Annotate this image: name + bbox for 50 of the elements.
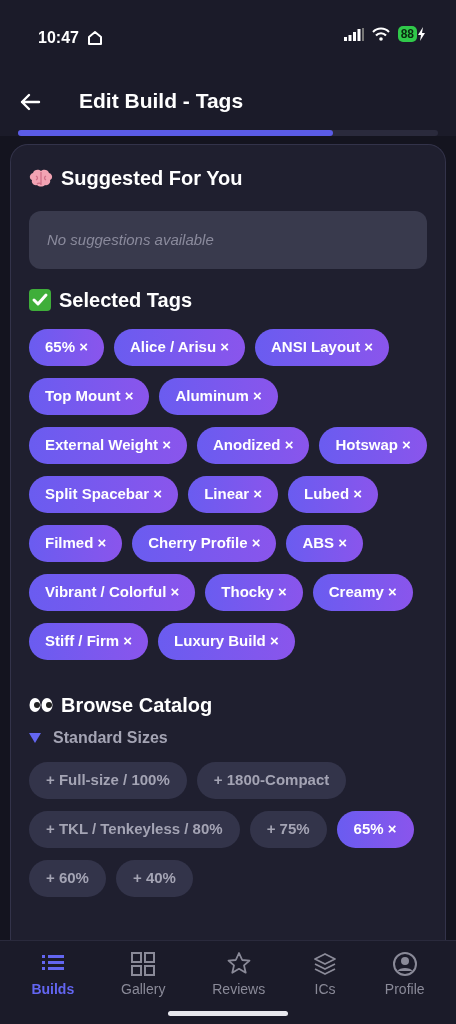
tag-chip[interactable]: + TKL / Tenkeyless / 80% — [29, 811, 240, 848]
category-toggle[interactable]: Standard Sizes — [29, 726, 168, 750]
tab-item[interactable]: Reviews — [202, 947, 276, 1003]
tag-chip[interactable]: 65% × — [29, 329, 104, 366]
tag-chip[interactable]: Alice / Arisu × — [113, 329, 246, 366]
tab-item[interactable]: ICs — [302, 947, 348, 1003]
tag-chip[interactable]: Thocky × — [205, 574, 303, 611]
tag-chip[interactable]: + Full-size / 100% — [29, 762, 187, 799]
status-time: 10:47 — [38, 28, 79, 48]
checkmark-icon — [29, 289, 51, 311]
section-title: Browse Catalog — [61, 693, 213, 718]
battery-level: 88 — [397, 26, 417, 42]
section-title: Selected Tags — [59, 288, 193, 313]
section-title: Suggested For You — [61, 166, 243, 191]
tag-chip[interactable]: Anodized × — [197, 427, 310, 464]
tag-chip[interactable]: + 1800-Compact — [196, 762, 347, 799]
tag-chip[interactable]: Aluminum × — [159, 378, 278, 415]
caret-icon[interactable] — [29, 731, 41, 745]
tag-chip[interactable]: Hotswap × — [319, 427, 427, 464]
brain-icon — [29, 168, 53, 188]
tag-chip[interactable]: Top Mount × — [29, 378, 150, 415]
eyes-icon — [29, 695, 53, 715]
tag-chip[interactable]: Cherry Profile × — [132, 525, 277, 562]
page-title: Edit Build - Tags — [79, 88, 244, 114]
tab-item[interactable]: Builds — [21, 947, 85, 1003]
empty-message: No suggestions available — [47, 229, 214, 250]
tag-chip[interactable]: Filmed × — [29, 525, 123, 562]
tag-chip[interactable]: Stiff / Firm × — [29, 623, 149, 660]
tag-chip[interactable]: Lubed × — [288, 476, 378, 513]
star-icon[interactable] — [225, 951, 252, 977]
tag-chip[interactable]: 65% × — [336, 811, 414, 848]
tag-chip[interactable]: + 60% — [29, 860, 106, 897]
tab-item[interactable]: Gallery — [111, 947, 176, 1003]
tag-chip[interactable]: Linear × — [188, 476, 279, 513]
grid-icon[interactable] — [130, 951, 157, 977]
layers-icon[interactable] — [312, 951, 338, 977]
tag-chip[interactable]: + 40% — [115, 860, 193, 897]
tag-chip[interactable]: Luxury Build × — [158, 623, 295, 660]
tag-chip[interactable]: Creamy × — [312, 574, 413, 611]
tag-chip[interactable]: + 75% — [249, 811, 327, 848]
tag-chip[interactable]: ANSI Layout × — [255, 329, 390, 366]
tag-chip[interactable]: ABS × — [286, 525, 364, 562]
tag-chip[interactable]: Vibrant / Colorful × — [29, 574, 196, 611]
signal-icon — [343, 27, 364, 41]
tag-chip[interactable]: External Weight × — [29, 427, 187, 464]
home-icon — [86, 30, 103, 46]
tag-chip[interactable]: Split Spacebar × — [29, 476, 179, 513]
wifi-icon — [371, 27, 390, 41]
profile-icon[interactable] — [391, 951, 418, 977]
tab-item[interactable]: Profile — [374, 947, 435, 1003]
